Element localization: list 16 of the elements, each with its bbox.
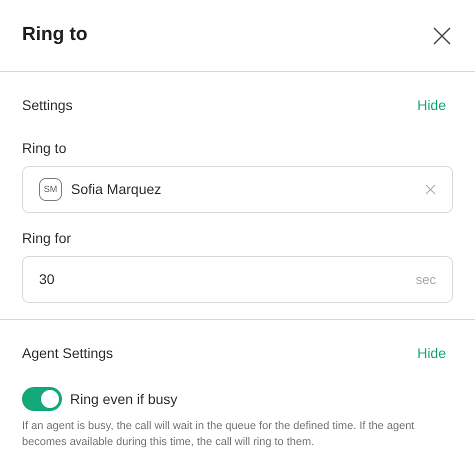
close-icon[interactable] (433, 26, 451, 44)
clear-icon[interactable] (425, 184, 436, 195)
field-label: Ring for (22, 229, 72, 247)
field-value: 30 (39, 270, 56, 289)
toggle-description: If an agent is busy, the call will wait in the queue for the defined time. If the agent becomes available during this time, the call will ring to them. (22, 419, 416, 450)
section-heading: Agent Settings (22, 344, 114, 363)
toggle-switch[interactable] (22, 387, 62, 411)
window-title: Ring to (22, 23, 88, 48)
avatar-icon: SM (39, 178, 62, 201)
contact-field[interactable]: SM Sofia Marquez (22, 166, 453, 213)
field-label: Ring to (22, 139, 68, 157)
number-field[interactable]: 30 sec (22, 256, 453, 303)
contact-name: Sofia Marquez (71, 180, 162, 199)
section-heading: Settings (22, 96, 73, 115)
toggle-label: Ring even if busy (70, 390, 178, 409)
unit-label: sec (416, 270, 436, 289)
